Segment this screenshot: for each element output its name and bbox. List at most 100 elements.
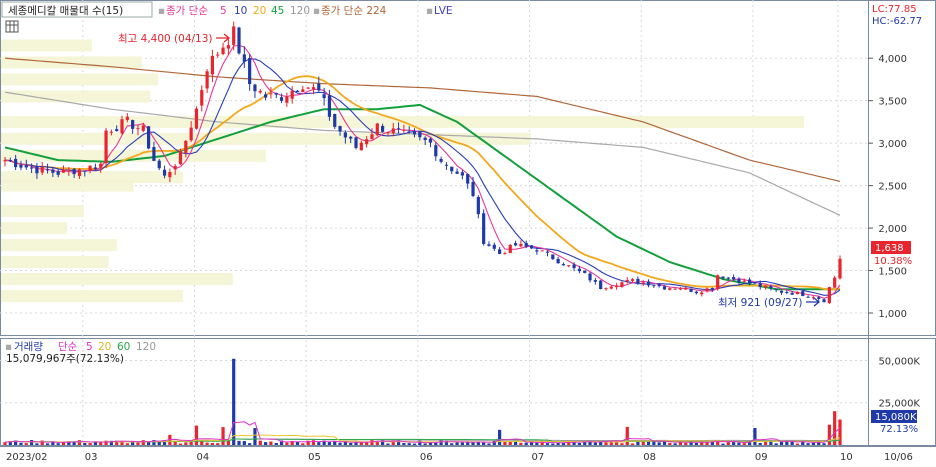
candle-body (93, 167, 98, 169)
candle-body (742, 280, 746, 282)
lc-label: LC:77.85 (872, 4, 917, 15)
candle-body (556, 258, 560, 264)
date-tick-label: 05 (308, 452, 321, 463)
candle-body (460, 172, 464, 176)
candle-body (657, 284, 661, 287)
candle-body (40, 166, 44, 173)
candle-body (577, 268, 581, 272)
volume-bar (19, 442, 23, 445)
volume-bar (806, 443, 810, 445)
candle-body (83, 170, 87, 172)
legend-ma5: 5 (220, 5, 227, 17)
volume-tick-label: 25,000K (878, 399, 920, 410)
volume-bar (455, 442, 459, 445)
candle-body (492, 244, 496, 249)
candle-body (609, 286, 613, 289)
candle-body (269, 93, 273, 95)
current-price-value: 1,638 (875, 243, 904, 254)
current-price-change: 10.38% (874, 256, 912, 267)
volume-bar (56, 443, 60, 445)
candle-body (673, 288, 677, 290)
candle-body (51, 169, 55, 173)
candle-body (806, 296, 810, 298)
volume-bar (178, 443, 183, 445)
candle-body (221, 47, 225, 55)
volume-legend-ma120: 120 (136, 341, 156, 353)
candle-body (306, 87, 310, 89)
candle-body (125, 116, 129, 120)
volume-bar (753, 427, 757, 445)
volume-bar (274, 442, 278, 445)
volume-bar (487, 443, 491, 445)
candle-body (232, 26, 236, 45)
candle-body (583, 270, 587, 273)
volume-bar (742, 443, 746, 445)
price-tick-label: 1,000 (878, 309, 907, 320)
hc-label: HC:-62.77 (872, 16, 922, 27)
volume-bar (349, 443, 353, 445)
volume-bar (221, 427, 225, 445)
candle-body (774, 289, 778, 291)
candle-body (535, 250, 539, 252)
candle-body (434, 145, 438, 157)
candle-body (407, 131, 411, 133)
candle-body (833, 277, 837, 288)
grid-toggle-icon[interactable] (5, 20, 19, 33)
candle-body (790, 292, 794, 295)
candle-body (338, 126, 342, 132)
volume-bar (210, 443, 215, 445)
candle-body (136, 128, 140, 130)
volume-bar (657, 442, 661, 445)
candle-body (349, 136, 353, 139)
date-tick-label: 09 (755, 452, 768, 463)
volume-bar (237, 440, 241, 445)
candle-body (295, 90, 300, 92)
candle-body (646, 281, 651, 286)
candle-body (652, 285, 656, 287)
volume-bar (3, 442, 7, 445)
volume-bar (498, 429, 502, 445)
volume-legend-ma-prefix: 단순 (58, 341, 78, 353)
candle-body (104, 130, 108, 164)
candle-body (285, 96, 289, 103)
candle-body (359, 142, 363, 151)
volume-bar (822, 443, 826, 445)
candle-body (763, 285, 768, 288)
volume-panel-frame (0, 338, 936, 446)
volume-bar (774, 443, 778, 445)
legend-bullet: ▪ (313, 5, 320, 17)
candle-body (3, 160, 7, 162)
volume-bar (29, 440, 34, 445)
candle-body (540, 250, 544, 252)
date-tick-label: 07 (532, 452, 545, 463)
candle-body (248, 58, 252, 85)
candle-body (737, 278, 741, 283)
volume-bar (136, 442, 140, 445)
volume-legend-ma20: 20 (98, 341, 111, 353)
volume-bar (125, 443, 129, 445)
candle-body (838, 258, 842, 279)
volume-bar (141, 440, 145, 445)
candle-body (396, 128, 401, 130)
volume-bar (370, 440, 374, 445)
volume-profile-bar (1, 205, 84, 218)
legend-ma20: 20 (253, 5, 266, 17)
legend-ma45: 45 (271, 5, 284, 17)
volume-bar (625, 426, 629, 445)
candle-body (327, 95, 332, 117)
candle-body (173, 166, 177, 170)
candle-body (716, 275, 720, 290)
candle-body (141, 125, 145, 131)
candle-body (210, 55, 215, 75)
candle-body (545, 251, 550, 253)
volume-profile-bar (1, 73, 159, 86)
candle-body (758, 283, 762, 287)
volume-bar (99, 442, 103, 445)
candle-body (242, 54, 246, 62)
candle-body (146, 126, 151, 149)
date-tick-label: 10/06 (884, 452, 913, 463)
candle-body (471, 182, 475, 197)
candle-body (24, 164, 28, 168)
candle-body (370, 134, 374, 140)
date-tick-label: 08 (643, 452, 656, 463)
